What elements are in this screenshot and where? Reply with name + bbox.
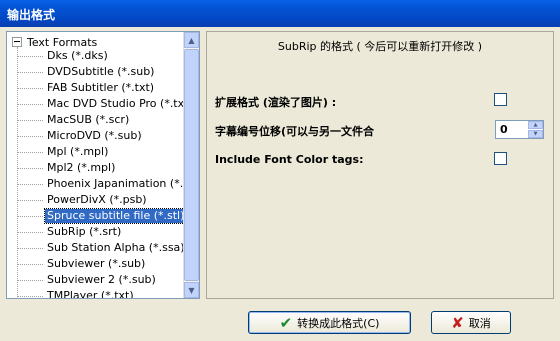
tree-item[interactable]: Dks (*.dks) [17,48,110,64]
tree-connector [17,295,43,297]
tree-connector [17,151,43,153]
format-options-title: SubRip 的格式 ( 今后可以重新打开修改 ) [277,40,483,53]
scroll-down-button[interactable]: ▼ [184,282,199,298]
tree-item-label: Sub Station Alpha (*.ssa) [47,241,184,254]
collapse-toggle-icon[interactable] [12,37,22,47]
tree-item[interactable]: MicroDVD (*.sub) [17,128,144,144]
scroll-up-button[interactable]: ▲ [184,32,199,48]
chevron-down-icon: ▼ [188,285,195,295]
close-icon: ✘ [451,313,464,332]
tree-item[interactable]: TMPlayer (*.txt) [17,288,136,298]
tree-item-label: Spruce subtitle file (*.stl) [43,208,184,224]
tree-root[interactable]: Text Formats [12,35,97,49]
format-options-panel: SubRip 的格式 ( 今后可以重新打开修改 ) 扩展格式 (渲染了图片) :… [206,31,554,299]
scroll-thumb[interactable] [184,49,199,281]
tree-connector [17,119,43,121]
tree-item-label: MicroDVD (*.sub) [47,129,142,142]
convert-button-label: 转换成此格式(C) [297,316,380,330]
tree-item-label: Subviewer (*.sub) [47,257,146,270]
extended-format-label: 扩展格式 (渲染了图片) : [215,96,337,109]
tree-item-label: DVDSubtitle (*.sub) [47,65,155,78]
tree-item-label: Mpl2 (*.mpl) [47,161,116,174]
tree-connector [17,199,43,201]
tree-item[interactable]: PowerDivX (*.psb) [17,192,149,208]
title-bar: 输出格式 [0,0,560,27]
tree-item-label: PowerDivX (*.psb) [47,193,147,206]
tree-item[interactable]: MacSUB (*.scr) [17,112,131,128]
tree-item[interactable]: SubRip (*.srt) [17,224,123,240]
tree-item-label: TMPlayer (*.txt) [47,289,134,298]
font-color-checkbox[interactable] [494,152,507,165]
tree-connector [17,135,43,137]
format-tree[interactable]: Text Formats Dks (*.dks) DVDSubtitle (*.s… [7,32,184,298]
tree-connector [17,87,43,89]
tree-root-label: Text Formats [27,35,98,49]
tree-connector [17,103,43,105]
tree-item[interactable]: Mpl (*.mpl) [17,144,110,160]
cancel-button[interactable]: ✘ 取消 [431,311,511,334]
tree-connector [17,231,43,233]
tree-item[interactable]: FAB Subtitler (*.txt) [17,80,156,96]
tree-item-label: FAB Subtitler (*.txt) [47,81,155,94]
check-icon: ✔ [279,313,293,332]
format-tree-panel: Text Formats Dks (*.dks) DVDSubtitle (*.s… [6,31,200,299]
tree-item[interactable]: Mac DVD Studio Pro (*.txt) [17,96,184,112]
tree-connector [17,167,43,169]
tree-item[interactable]: DVDSubtitle (*.sub) [17,64,156,80]
tree-connector [17,71,43,73]
font-color-label: Include Font Color tags: [215,153,364,166]
tree-item[interactable]: Spruce subtitle file (*.stl) [17,208,184,224]
tree-item[interactable]: Subviewer 2 (*.sub) [17,272,158,288]
tree-item-label: Mpl (*.mpl) [47,145,109,158]
tree-connector [17,55,43,57]
tree-item-label: Mac DVD Studio Pro (*.txt) [47,97,184,110]
offset-spin-buttons: ▲ ▼ [528,121,543,138]
tree-item[interactable]: Sub Station Alpha (*.ssa) [17,240,184,256]
tree-connector [17,247,43,249]
convert-button[interactable]: ✔ 转换成此格式(C) [248,311,411,334]
tree-connector [17,263,43,265]
offset-label: 字幕编号位移(可以与另一文件合 [215,125,375,138]
tree-item-label: Subviewer 2 (*.sub) [47,273,156,286]
tree-connector [17,279,43,281]
tree-scrollbar[interactable]: ▲ ▼ [183,32,199,298]
window-title: 输出格式 [7,8,56,22]
tree-item[interactable]: Phoenix Japanimation (*.pjs) [17,176,184,192]
offset-spinner[interactable]: ▲ ▼ [495,120,544,139]
extended-format-checkbox[interactable] [494,93,507,106]
tree-connector [17,215,43,217]
spin-down-button[interactable]: ▼ [528,130,543,138]
tree-item[interactable]: Mpl2 (*.mpl) [17,160,117,176]
cancel-button-label: 取消 [468,316,491,330]
tree-item-label: SubRip (*.srt) [47,225,122,238]
tree-item-label: Phoenix Japanimation (*.pjs) [47,177,184,190]
chevron-up-icon: ▲ [188,35,195,45]
tree-item[interactable]: Subviewer (*.sub) [17,256,147,272]
tree-connector [17,183,43,185]
spin-up-button[interactable]: ▲ [528,121,543,129]
offset-input[interactable] [496,121,530,138]
tree-item-label: MacSUB (*.scr) [47,113,130,126]
tree-item-label: Dks (*.dks) [47,49,108,62]
